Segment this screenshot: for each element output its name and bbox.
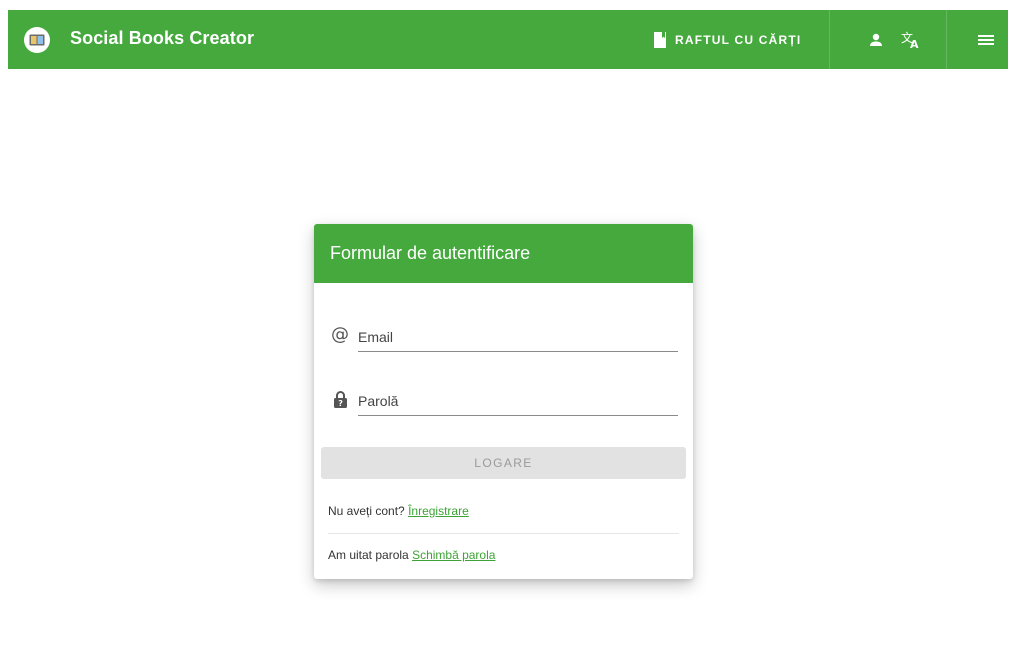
menu-button[interactable] [966,10,1006,69]
email-input[interactable] [358,316,678,352]
login-card: Formular de autentificare @ ? LOGARE Nu … [314,224,693,579]
bookshelf-button[interactable]: RAFTUL CU CĂRȚI [653,10,828,69]
login-button[interactable]: LOGARE [321,447,686,479]
person-icon [869,33,883,47]
divider [328,533,679,534]
app-title[interactable]: Social Books Creator [70,28,254,49]
password-input[interactable] [358,380,678,416]
book-icon [653,31,667,48]
top-app-bar: Social Books Creator RAFTUL CU CĂRȚI 文 A [8,10,1008,69]
password-field: ? [328,380,679,416]
book-logo-icon[interactable] [24,27,50,53]
register-line: Nu aveți cont? Înregistrare [328,504,469,518]
bookshelf-label: RAFTUL CU CĂRȚI [675,32,802,47]
divider [946,10,947,69]
at-sign-icon: @ [331,324,349,345]
forgot-prompt: Am uitat parola [328,548,409,562]
register-prompt: Nu aveți cont? [328,504,405,518]
email-field: @ [328,316,679,352]
menu-icon [978,34,994,46]
svg-text:A: A [910,38,919,49]
divider [829,10,830,69]
lock-icon: ? [328,388,352,410]
register-link[interactable]: Înregistrare [408,504,469,518]
translate-icon: 文 A [901,31,921,49]
language-button[interactable]: 文 A [891,10,931,69]
forgot-password-line: Am uitat parola Schimbă parola [328,548,495,562]
login-card-title: Formular de autentificare [314,224,693,283]
change-password-link[interactable]: Schimbă parola [412,548,495,562]
account-button[interactable] [856,10,896,69]
svg-text:?: ? [338,399,343,408]
